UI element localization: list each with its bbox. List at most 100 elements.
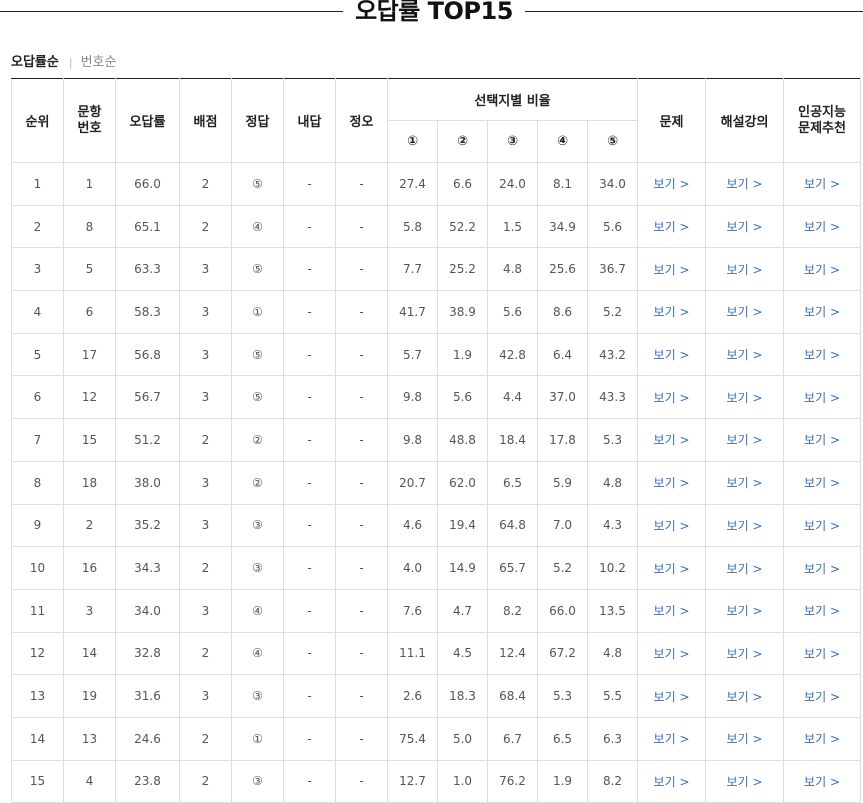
view-problem-link[interactable]: 보기 > (637, 503, 707, 548)
view-ai-recommend-link[interactable]: 보기 > (783, 546, 862, 590)
view-ai-recommend-link[interactable]: 보기 > (783, 759, 862, 803)
view-lecture-link[interactable]: 보기 > (705, 460, 785, 505)
view-ai-recommend-link[interactable]: 보기 > (783, 332, 862, 377)
points-cell: 2 (179, 546, 232, 590)
correct-cell: - (335, 460, 388, 505)
view-ai-recommend-link[interactable]: 보기 > (783, 247, 862, 292)
view-ai-recommend-link[interactable]: 보기 > (783, 460, 862, 505)
view-lecture-link[interactable]: 보기 > (705, 588, 785, 633)
my-answer-cell: - (283, 375, 336, 420)
view-problem-link[interactable]: 보기 > (637, 759, 707, 803)
sort-by-wrong-rate[interactable]: 오답률순 (11, 55, 59, 70)
view-lecture-link[interactable]: 보기 > (705, 247, 785, 292)
correct-cell: - (335, 162, 388, 206)
view-ai-recommend-link[interactable]: 보기 > (783, 204, 862, 249)
header-choice-3: ③ (487, 120, 538, 163)
view-problem-link[interactable]: 보기 > (637, 460, 707, 505)
view-ai-recommend-link[interactable]: 보기 > (783, 588, 862, 633)
sort-by-number[interactable]: 번호순 (81, 55, 117, 70)
header-ai-recommend: 인공지능 문제추천 (783, 78, 862, 163)
rank-cell: 15 (11, 759, 64, 803)
rank-cell: 9 (11, 503, 64, 548)
choice-2-ratio-cell: 1.0 (437, 759, 488, 803)
view-lecture-link[interactable]: 보기 > (705, 332, 785, 377)
view-ai-recommend-link[interactable]: 보기 > (783, 631, 862, 676)
view-lecture-link[interactable]: 보기 > (705, 503, 785, 548)
wrong-rate-cell: 31.6 (115, 674, 180, 718)
wrong-rate-cell: 35.2 (115, 503, 180, 548)
choice-2-ratio-cell: 14.9 (437, 546, 488, 590)
rank-cell: 11 (11, 588, 64, 633)
view-problem-link[interactable]: 보기 > (637, 716, 707, 761)
view-problem-link[interactable]: 보기 > (637, 588, 707, 633)
question-no-cell: 1 (63, 162, 116, 206)
view-problem-link[interactable]: 보기 > (637, 204, 707, 249)
view-ai-recommend-link[interactable]: 보기 > (783, 375, 862, 420)
choice-3-ratio-cell: 64.8 (487, 503, 538, 548)
points-cell: 3 (179, 247, 232, 292)
view-problem-link[interactable]: 보기 > (637, 247, 707, 292)
rank-cell: 6 (11, 375, 64, 420)
view-lecture-link[interactable]: 보기 > (705, 290, 785, 334)
wrong-rate-cell: 66.0 (115, 162, 180, 206)
points-cell: 3 (179, 375, 232, 420)
rank-cell: 4 (11, 290, 64, 334)
choice-2-ratio-cell: 4.7 (437, 588, 488, 633)
question-no-cell: 18 (63, 460, 116, 505)
choice-3-ratio-cell: 1.5 (487, 204, 538, 249)
view-lecture-link[interactable]: 보기 > (705, 716, 785, 761)
view-lecture-link[interactable]: 보기 > (705, 631, 785, 676)
view-problem-link[interactable]: 보기 > (637, 546, 707, 590)
header-problem: 문제 (637, 78, 707, 163)
header-my-answer: 내답 (283, 78, 336, 163)
view-ai-recommend-link[interactable]: 보기 > (783, 716, 862, 761)
view-ai-recommend-link[interactable]: 보기 > (783, 418, 862, 462)
choice-2-ratio-cell: 25.2 (437, 247, 488, 292)
my-answer-cell: - (283, 460, 336, 505)
my-answer-cell: - (283, 674, 336, 718)
header-ai-line1: 인공지능 (798, 104, 846, 120)
sort-options: 오답률순 | 번호순 (11, 54, 116, 72)
view-lecture-link[interactable]: 보기 > (705, 418, 785, 462)
view-lecture-link[interactable]: 보기 > (705, 162, 785, 206)
view-problem-link[interactable]: 보기 > (637, 332, 707, 377)
title-bar: 오답률 TOP15 (0, 0, 863, 28)
my-answer-cell: - (283, 290, 336, 334)
choice-4-ratio-cell: 6.4 (537, 332, 588, 377)
view-problem-link[interactable]: 보기 > (637, 375, 707, 420)
rank-cell: 7 (11, 418, 64, 462)
view-problem-link[interactable]: 보기 > (637, 162, 707, 206)
rank-cell: 14 (11, 716, 64, 761)
my-answer-cell: - (283, 204, 336, 249)
table-row: 2 8 65.1 2 ④ - -5.8 52.2 1.5 34.9 5.6 보기 > 보기 > 보기 > (11, 204, 862, 249)
answer-cell: ③ (231, 546, 284, 590)
view-ai-recommend-link[interactable]: 보기 > (783, 162, 862, 206)
answer-cell: ② (231, 460, 284, 505)
view-lecture-link[interactable]: 보기 > (705, 759, 785, 803)
answer-cell: ③ (231, 503, 284, 548)
answer-cell: ⑤ (231, 332, 284, 377)
view-lecture-link[interactable]: 보기 > (705, 674, 785, 718)
choice-5-ratio-cell: 43.2 (586, 332, 639, 377)
header-question-no: 문항 번호 (63, 78, 116, 163)
view-problem-link[interactable]: 보기 > (637, 631, 707, 676)
view-problem-link[interactable]: 보기 > (637, 418, 707, 462)
choice-4-ratio-cell: 6.5 (537, 716, 588, 761)
view-lecture-link[interactable]: 보기 > (705, 546, 785, 590)
table-row: 13 19 31.6 3 ③ - -2.6 18.3 68.4 5.3 5.5 보기 > 보기 > 보기 … (11, 674, 862, 718)
view-problem-link[interactable]: 보기 > (637, 674, 707, 718)
view-lecture-link[interactable]: 보기 > (705, 204, 785, 249)
view-ai-recommend-link[interactable]: 보기 > (783, 503, 862, 548)
choice-3-ratio-cell: 4.4 (487, 375, 538, 420)
view-ai-recommend-link[interactable]: 보기 > (783, 674, 862, 718)
view-problem-link[interactable]: 보기 > (637, 290, 707, 334)
correct-cell: - (335, 759, 388, 803)
header-rank: 순위 (11, 78, 64, 163)
choice-3-ratio-cell: 42.8 (487, 332, 538, 377)
table-row: 6 12 56.7 3 ⑤ - -9.8 5.6 4.4 37.0 43.3 보기 > 보기 > 보기 > (11, 375, 862, 420)
view-lecture-link[interactable]: 보기 > (705, 375, 785, 420)
choice-3-ratio-cell: 6.7 (487, 716, 538, 761)
view-ai-recommend-link[interactable]: 보기 > (783, 290, 862, 334)
my-answer-cell: - (283, 418, 336, 462)
correct-cell: - (335, 631, 388, 676)
